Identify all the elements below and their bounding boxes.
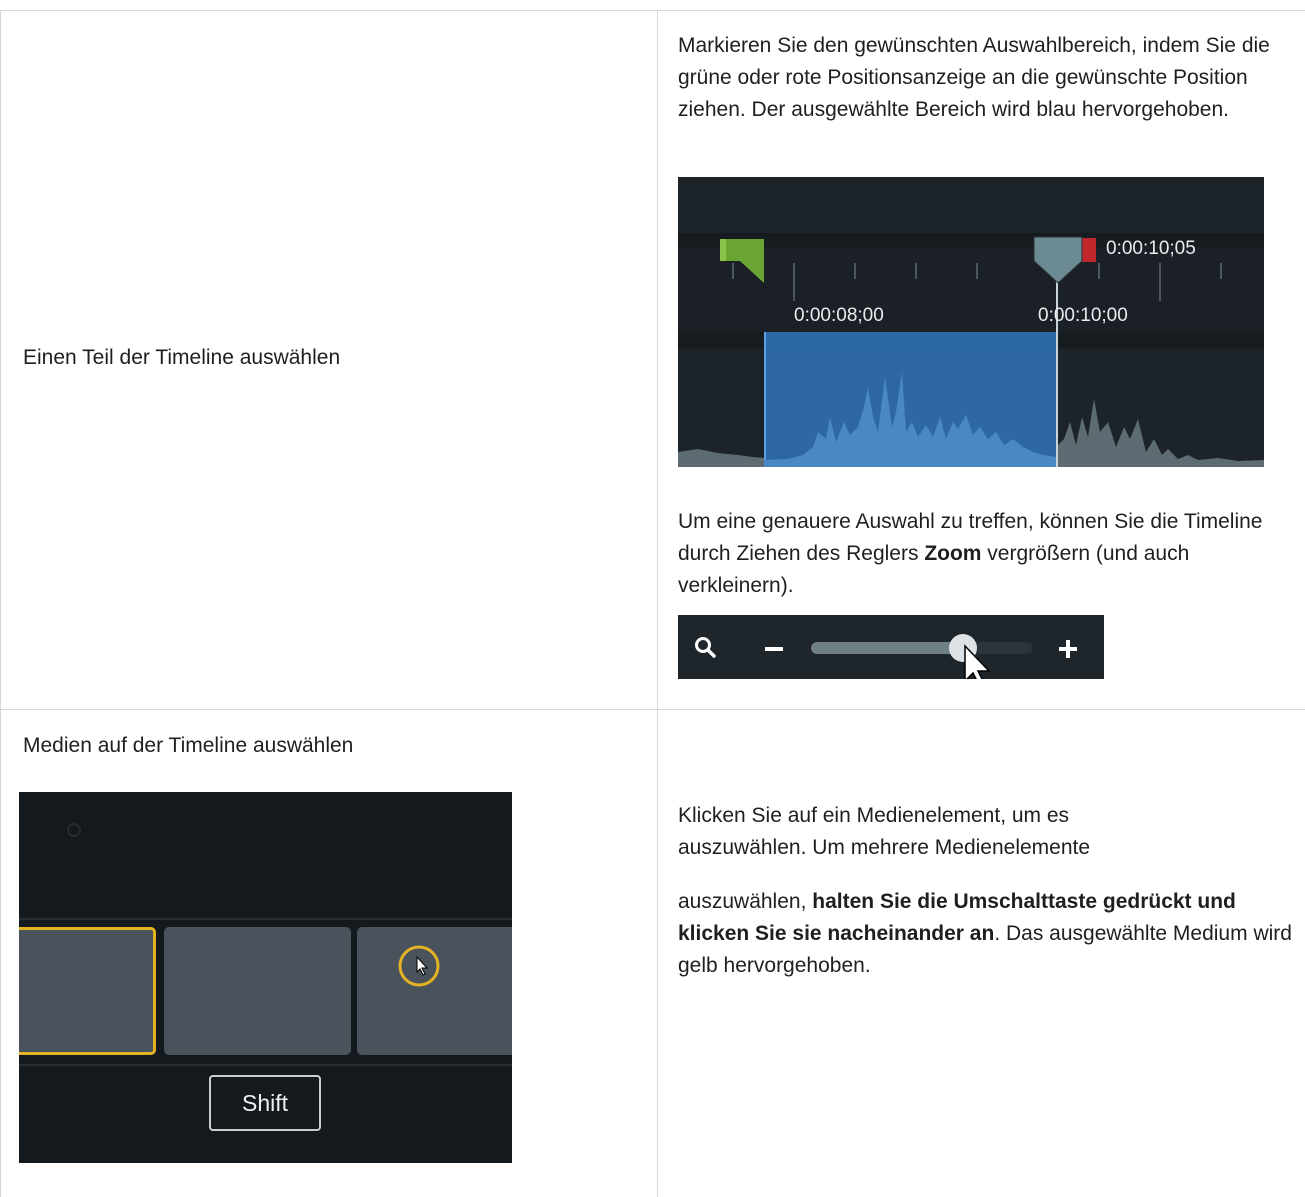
timeline-graphics bbox=[678, 236, 1264, 467]
zoom-graphics bbox=[695, 634, 1077, 679]
zoom-search-icon bbox=[695, 637, 716, 658]
faint-decoration bbox=[67, 823, 81, 837]
ruler-time-label: 0:00:08;00 bbox=[794, 305, 884, 326]
row2-description-continued: auszuwählen, halten Sie die Umschalttast… bbox=[678, 890, 1292, 977]
zoom-term: Zoom bbox=[924, 542, 982, 565]
row1-title: Einen Teil der Timeline auswählen bbox=[23, 346, 341, 369]
audio-waveform-right bbox=[1056, 399, 1264, 467]
table-top-border bbox=[0, 10, 1305, 11]
audio-waveform-left bbox=[678, 449, 764, 467]
timeline-selection-screenshot: 0:00:10;05 0:00:08;00 0:00:10;00 bbox=[678, 177, 1264, 467]
zoom-in-icon bbox=[1059, 640, 1077, 658]
table-left-border bbox=[0, 10, 1, 1197]
playhead-handle bbox=[1033, 236, 1083, 284]
row2-title: Medien auf der Timeline auswählen bbox=[23, 734, 354, 757]
zoom-slider-fill bbox=[811, 642, 966, 654]
ruler-time-label: 0:00:10;00 bbox=[1038, 305, 1128, 326]
small-cursor-icon bbox=[416, 955, 429, 976]
playhead-time-label: 0:00:10;05 bbox=[1106, 238, 1196, 259]
row1-zoom-description: Um eine genauere Auswahl zu treffen, kön… bbox=[678, 510, 1263, 597]
shift-key-label: Shift bbox=[209, 1075, 321, 1131]
in-point-marker bbox=[720, 239, 764, 283]
media-selection-screenshot: Shift bbox=[19, 792, 512, 1163]
table-row-divider bbox=[0, 709, 1305, 710]
zoom-slider-screenshot bbox=[678, 615, 1104, 679]
row1-description: Markieren Sie den gewünschten Auswahlber… bbox=[678, 34, 1270, 121]
table-column-divider bbox=[657, 10, 658, 1197]
row2-description: Klicken Sie auf ein Medienelement, um es… bbox=[678, 804, 1091, 859]
zoom-out-icon bbox=[765, 647, 783, 651]
